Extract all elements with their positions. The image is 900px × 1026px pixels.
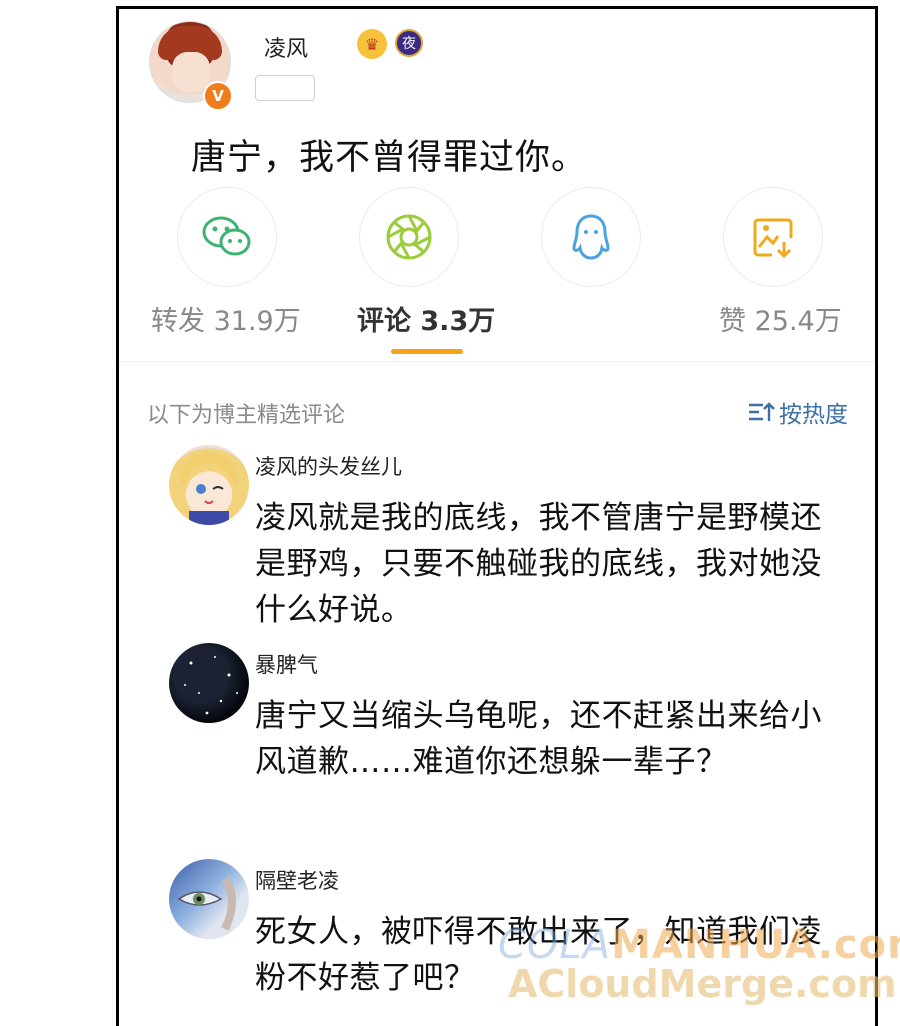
author-name[interactable]: 凌风	[264, 31, 308, 63]
wechat-icon	[202, 216, 251, 256]
sort-label: 按热度	[779, 402, 848, 428]
comment-avatar[interactable]	[169, 643, 249, 723]
watermark-acloudmerge: ACloudMerge.com	[508, 962, 897, 1006]
share-qq-button[interactable]	[541, 187, 641, 287]
post-text: 唐宁，我不曾得罪过你。	[191, 138, 588, 178]
comment-avatar[interactable]	[169, 445, 249, 525]
active-tab-indicator	[391, 349, 463, 354]
section-label: 以下为博主精选评论	[147, 403, 346, 428]
comment-author[interactable]: 凌风的头发丝儿	[255, 451, 402, 481]
comment-text: 凌风就是我的底线，我不管唐宁是野模还是野鸡，只要不触碰我的底线，我对她没什么好说…	[255, 500, 822, 628]
post-panel: V 凌风 ♛ 夜 唐宁，我不曾得罪过你。 转发 31.9万 评论 3.3万 赞 …	[116, 6, 878, 1026]
save-image-icon	[753, 218, 793, 259]
repost-count[interactable]: 转发 31.9万	[151, 299, 301, 338]
save-image-button[interactable]	[723, 187, 823, 287]
anime-girl-icon	[180, 453, 238, 525]
comments-tab[interactable]: 评论 3.3万	[357, 299, 495, 338]
comment-text: 唐宁又当缩头乌龟呢，还不赶紧出来给小风道歉……难道你还想躲一辈子？	[255, 698, 822, 780]
starry-sky-icon	[184, 656, 238, 715]
sort-icon	[749, 402, 775, 421]
divider	[119, 361, 875, 362]
share-moments-button[interactable]	[359, 187, 459, 287]
likes-count[interactable]: 赞 25.4万	[719, 299, 842, 338]
portrait-eye-icon	[177, 876, 236, 931]
comment-avatar[interactable]	[169, 859, 249, 939]
verified-badge: V	[203, 81, 233, 111]
sort-by-hot-button[interactable]: 按热度	[747, 395, 848, 429]
moments-icon	[386, 214, 432, 260]
share-wechat-button[interactable]	[177, 187, 277, 287]
empty-tag	[255, 75, 315, 101]
comment-author[interactable]: 隔壁老凌	[255, 865, 339, 895]
qq-icon	[572, 214, 610, 260]
night-badge-icon: 夜	[395, 29, 423, 57]
crown-icon: ♛	[357, 29, 387, 59]
comment-author[interactable]: 暴脾气	[255, 649, 318, 679]
